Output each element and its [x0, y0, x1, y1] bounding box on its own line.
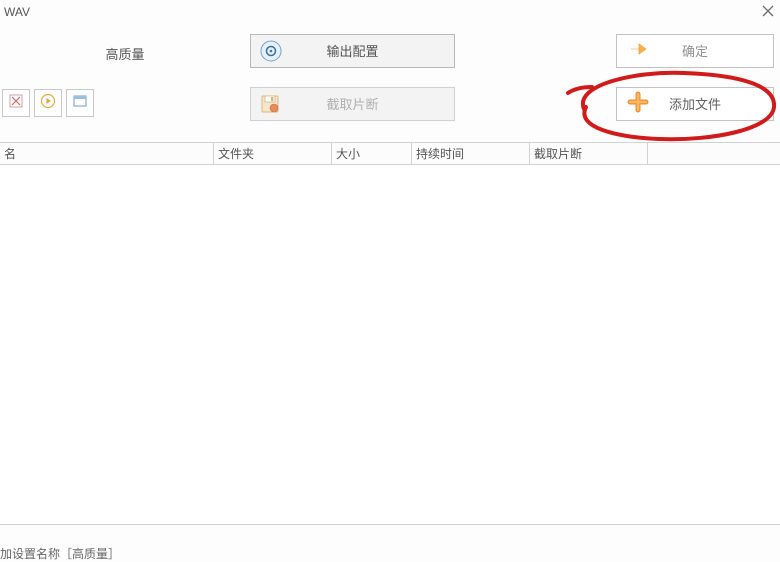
col-folder[interactable]: 文件夹 — [214, 143, 332, 164]
titlebar: WAV — [0, 0, 780, 24]
play-button[interactable] — [34, 89, 62, 117]
window-button[interactable] — [66, 89, 94, 117]
col-extra[interactable] — [648, 143, 780, 164]
confirm-label: 确定 — [682, 41, 708, 60]
statusbar: 加设置名称［高质量］ — [0, 546, 120, 562]
table-body — [0, 165, 780, 525]
add-file-button[interactable]: 添加文件 — [616, 87, 774, 121]
gear-icon — [259, 39, 283, 63]
add-file-label: 添加文件 — [669, 94, 721, 113]
plus-icon — [627, 91, 649, 116]
remove-icon — [8, 93, 24, 112]
save-icon — [259, 93, 281, 115]
col-clip[interactable]: 截取片断 — [530, 143, 648, 164]
arrow-right-icon — [627, 38, 649, 63]
window-icon — [72, 93, 88, 112]
col-duration[interactable]: 持续时间 — [412, 143, 530, 164]
toolbar-row-2: 截取片断 添加文件 — [0, 77, 780, 130]
output-config-button[interactable]: 输出配置 — [250, 34, 455, 68]
output-config-label: 输出配置 — [326, 41, 378, 60]
remove-button[interactable] — [2, 89, 30, 117]
clip-label: 截取片断 — [326, 94, 378, 113]
confirm-button[interactable]: 确定 — [616, 34, 774, 68]
statusbar-text: 加设置名称［高质量］ — [0, 545, 120, 562]
play-icon — [40, 93, 56, 112]
toolbar-row-1: 高质量 输出配置 确定 — [0, 24, 780, 77]
quality-label: 高质量 — [0, 38, 250, 63]
col-name[interactable]: 名 — [0, 143, 214, 164]
window-title: WAV — [4, 5, 30, 19]
col-size[interactable]: 大小 — [332, 143, 412, 164]
mini-toolbar — [0, 89, 250, 117]
clip-button[interactable]: 截取片断 — [250, 87, 455, 121]
close-icon[interactable] — [762, 5, 774, 19]
file-table: 名 文件夹 大小 持续时间 截取片断 — [0, 142, 780, 525]
table-header: 名 文件夹 大小 持续时间 截取片断 — [0, 143, 780, 165]
